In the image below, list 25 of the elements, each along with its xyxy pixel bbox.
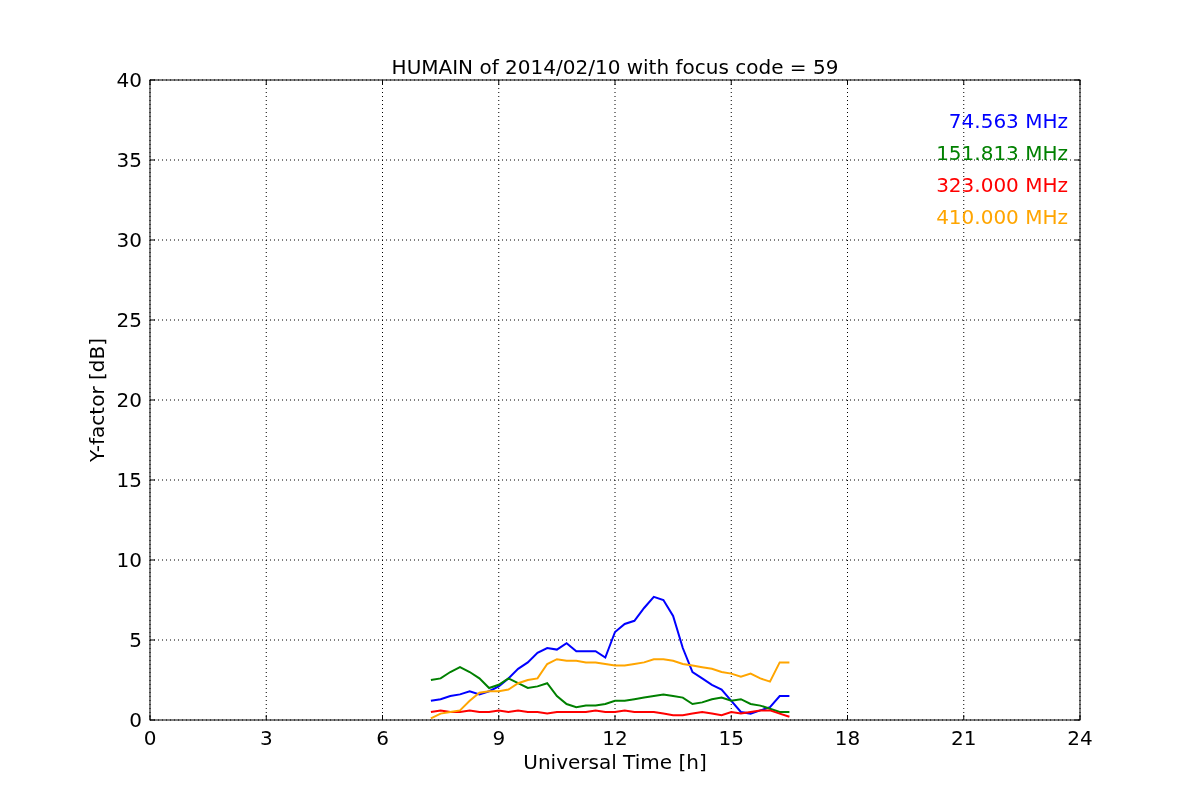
tick-label: 18 — [834, 726, 861, 750]
chart-title: HUMAIN of 2014/02/10 with focus code = 59 — [391, 55, 839, 79]
tick-label: 12 — [602, 726, 628, 750]
axis-label: Universal Time [h] — [523, 750, 707, 774]
legend-label: 323.000 MHz — [936, 173, 1068, 197]
tick-label: 5 — [129, 628, 142, 652]
tick-label: 25 — [116, 308, 142, 332]
tick-label: 20 — [116, 388, 142, 412]
tick-label: 9 — [492, 726, 506, 750]
tick-label: 15 — [116, 468, 142, 492]
axis-label: Y-factor [dB] — [85, 338, 109, 462]
tick-label: 0 — [143, 726, 157, 750]
tick-label: 3 — [259, 726, 273, 750]
legend-label: 151.813 MHz — [936, 141, 1068, 165]
tick-label: 21 — [951, 726, 977, 750]
tick-label: 24 — [1067, 726, 1093, 750]
tick-label: 30 — [116, 228, 142, 252]
tick-label: 35 — [116, 148, 142, 172]
tick-label: 10 — [116, 548, 142, 572]
legend-label: 74.563 MHz — [948, 109, 1068, 133]
tick-label: 6 — [376, 726, 389, 750]
tick-label: 40 — [116, 68, 142, 92]
legend-label: 410.000 MHz — [936, 205, 1068, 229]
tick-label: 0 — [129, 708, 142, 732]
tick-label: 15 — [718, 726, 744, 750]
